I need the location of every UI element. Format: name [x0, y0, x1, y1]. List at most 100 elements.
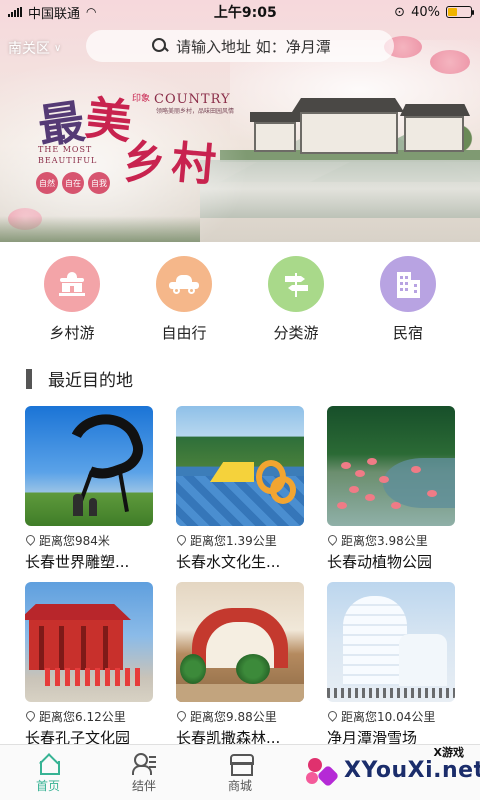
banner-stamps: 自然 自在 自我 [36, 172, 110, 194]
category-label: 自由行 [161, 324, 207, 342]
watermark-logo-icon [304, 754, 340, 790]
destination-photo [25, 582, 153, 702]
location-pin-icon [327, 535, 338, 546]
tab-partner[interactable]: 结伴 [96, 745, 192, 800]
category-rural-tour[interactable]: 乡村游 [22, 256, 122, 346]
destination-photo [176, 582, 304, 702]
search-icon [152, 38, 168, 54]
destination-name: 长春动植物公园 [327, 553, 433, 571]
category-icon-circle [380, 256, 436, 312]
banner-house-roof [292, 98, 404, 112]
destination-distance: 距离您3.98公里 [327, 532, 455, 549]
building-icon [395, 270, 421, 298]
shop-icon [228, 752, 254, 776]
district-label: 南关区 [8, 41, 50, 57]
district-selector[interactable]: 南关区 ∨ [8, 38, 61, 58]
banner-house-roof [250, 112, 300, 122]
destination-card[interactable]: 距离您10.04公里 净月潭滑雪场 [327, 582, 455, 747]
distance-text: 距离您6.12公里 [39, 710, 126, 724]
banner-title-char: 乡 [120, 135, 169, 190]
destination-card[interactable]: 距离您6.12公里 长春孔子文化园 [25, 582, 153, 747]
carrier-label: 中国联通 [28, 6, 81, 22]
banner-house [300, 112, 398, 154]
category-label: 分类游 [273, 324, 319, 342]
distance-text: 距离您3.98公里 [341, 534, 428, 548]
destination-name: 长春水文化生... [176, 553, 281, 571]
banner-stamp: 自在 [62, 172, 84, 194]
destination-distance: 距离您6.12公里 [25, 708, 153, 725]
tab-home[interactable]: 首页 [0, 745, 96, 800]
destination-distance: 距离您10.04公里 [327, 708, 455, 725]
location-pin-icon [25, 535, 36, 546]
status-bar: 中国联通 ◠ 上午9:05 ⊙ 40% [0, 0, 480, 24]
banner-house-roof [400, 104, 470, 116]
destination-photo [327, 582, 455, 702]
signal-icon [8, 7, 22, 17]
tab-label: 结伴 [131, 778, 156, 793]
partner-icon [132, 752, 156, 775]
destination-card[interactable]: 距离您3.98公里 长春动植物公园 [327, 406, 455, 571]
home-icon [36, 752, 60, 775]
banner-most-beautiful: THE MOST BEAUTIFUL [38, 144, 97, 166]
app-screen: 最 美 乡 村 印象 COUNTRY 领略美丽乡村，品味田园风情 THE MOS… [0, 0, 480, 800]
banner-country-text: COUNTRY [154, 92, 231, 107]
destination-grid: 距离您984米 长春世界雕塑... 距离您1.39公里 长春水文化生... 距离… [25, 406, 455, 747]
site-watermark: X游戏 XYouXi.net [304, 744, 480, 794]
category-icon-circle [156, 256, 212, 312]
battery-fill [447, 8, 457, 16]
banner-stamp: 自我 [88, 172, 110, 194]
destination-distance: 距离您1.39公里 [176, 532, 304, 549]
search-placeholder: 请输入地址 如：净月潭 [176, 37, 331, 56]
wifi-icon: ◠ [86, 5, 97, 19]
status-right: ⊙ 40% [394, 4, 474, 20]
distance-text: 距离您984米 [39, 534, 110, 548]
destination-photo [176, 406, 304, 526]
section-title: 最近目的地 [48, 371, 133, 391]
destination-name: 长春世界雕塑... [25, 553, 130, 571]
car-icon [169, 275, 199, 294]
destination-card[interactable]: 距离您984米 长春世界雕塑... [25, 406, 153, 571]
search-bar[interactable]: 请输入地址 如：净月潭 [86, 30, 394, 62]
category-free-travel[interactable]: 自由行 [134, 256, 234, 346]
category-classified-tour[interactable]: 分类游 [246, 256, 346, 346]
battery-percent: 40% [411, 4, 440, 20]
temple-icon [59, 272, 85, 296]
banner-blossom [430, 50, 470, 74]
destination-photo [327, 406, 455, 526]
destination-distance: 距离您9.88公里 [176, 708, 304, 725]
banner-beautiful-line: BEAUTIFUL [38, 156, 98, 165]
banner-ground [0, 216, 200, 242]
distance-text: 距离您9.88公里 [190, 710, 277, 724]
chevron-down-icon: ∨ [54, 42, 62, 54]
banner-most-line: THE MOST [38, 145, 93, 154]
banner-title-char: 村 [169, 137, 218, 192]
category-label: 乡村游 [49, 324, 95, 342]
banner-sub-text: 领略美丽乡村，品味田园风情 [156, 108, 235, 115]
category-nav: 乡村游 自由行 分类游 民宿 [0, 256, 480, 346]
category-icon-circle [268, 256, 324, 312]
category-label: 民宿 [392, 324, 423, 342]
location-pin-icon [176, 535, 187, 546]
tab-label: 首页 [35, 778, 60, 793]
status-left: 中国联通 ◠ [8, 3, 97, 22]
banner-house [254, 122, 296, 152]
status-time: 上午9:05 [213, 5, 277, 21]
category-homestay[interactable]: 民宿 [358, 256, 458, 346]
banner-house [404, 116, 464, 152]
distance-text: 距离您10.04公里 [341, 710, 436, 724]
banner-yinxiang-text: 印象 [132, 94, 151, 104]
destination-card[interactable]: 距离您9.88公里 长春凯撒森林... [176, 582, 304, 747]
tab-shop[interactable]: 商城 [192, 745, 288, 800]
section-accent-bar [26, 368, 32, 389]
destination-distance: 距离您984米 [25, 532, 153, 549]
watermark-text: XYouXi.net [344, 758, 480, 783]
battery-icon [445, 6, 474, 18]
location-pin-icon [176, 711, 187, 722]
signpost-icon [283, 271, 309, 297]
banner-title: 最 美 乡 村 印象 COUNTRY 领略美丽乡村，品味田园风情 THE MOS… [35, 88, 256, 208]
rotation-lock-icon: ⊙ [394, 4, 406, 20]
location-pin-icon [25, 711, 36, 722]
destination-card[interactable]: 距离您1.39公里 长春水文化生... [176, 406, 304, 571]
tab-label: 商城 [227, 778, 252, 793]
section-header: 最近目的地 [26, 366, 133, 391]
